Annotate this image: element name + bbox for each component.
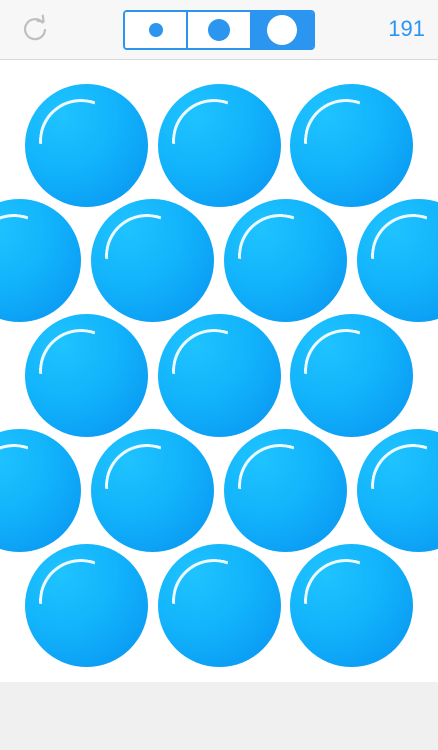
bubble[interactable] <box>224 429 347 552</box>
bubble[interactable] <box>224 199 347 322</box>
bubble-size-selector <box>123 10 315 50</box>
size-small-option[interactable] <box>125 12 187 48</box>
medium-dot-icon <box>207 19 230 41</box>
size-large-option[interactable] <box>249 12 313 48</box>
size-medium-option[interactable] <box>186 12 250 48</box>
bubble[interactable] <box>290 544 413 667</box>
bubble-board <box>0 60 438 682</box>
reset-button[interactable] <box>19 13 51 45</box>
bubble[interactable] <box>0 429 81 552</box>
bubble[interactable] <box>158 314 281 437</box>
bubble[interactable] <box>158 544 281 667</box>
bubble[interactable] <box>25 84 148 207</box>
bubble[interactable] <box>357 199 438 322</box>
bubble[interactable] <box>91 199 214 322</box>
bubble[interactable] <box>290 84 413 207</box>
bubble[interactable] <box>25 314 148 437</box>
bubble[interactable] <box>25 544 148 667</box>
refresh-icon <box>23 14 47 41</box>
bubble[interactable] <box>158 84 281 207</box>
bubble[interactable] <box>91 429 214 552</box>
small-dot-icon <box>148 23 163 37</box>
large-dot-icon <box>267 15 298 45</box>
toolbar: 191 <box>0 0 438 60</box>
bubble[interactable] <box>0 199 81 322</box>
bubble[interactable] <box>290 314 413 437</box>
footer-area <box>0 682 438 750</box>
bubble[interactable] <box>357 429 438 552</box>
bubble-counter: 191 <box>388 16 425 41</box>
